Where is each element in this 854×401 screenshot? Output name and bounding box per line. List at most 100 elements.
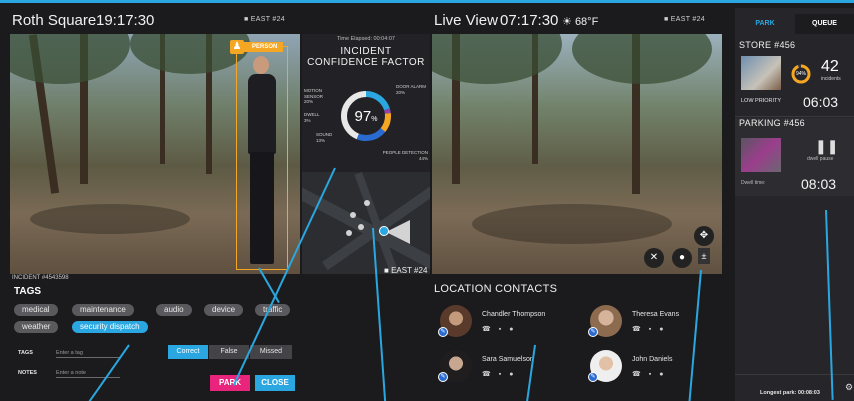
camera-view-cone	[386, 220, 410, 244]
live-video[interactable]: ✕ ● ✥ ±	[432, 34, 722, 274]
map-pin[interactable]	[364, 200, 370, 206]
verdict-missed-button[interactable]: Missed	[250, 345, 292, 359]
contact-name: Sara Samuelson	[482, 356, 534, 363]
zoom-control[interactable]: ±	[698, 248, 710, 264]
camera-icon: ■	[664, 16, 669, 23]
camera-name-left: EAST #24	[250, 16, 285, 23]
mute-icon[interactable]: ✕	[644, 248, 664, 268]
top-accent-bar	[0, 0, 854, 3]
park-button[interactable]: PARK	[210, 375, 250, 391]
tab-queue[interactable]: QUEUE	[795, 14, 854, 34]
store-percent: 94%	[795, 71, 806, 77]
microphone-icon[interactable]: ●	[672, 248, 692, 268]
store-incident-label: incidents	[821, 76, 841, 82]
time-elapsed: Time Elapsed: 00:04:07	[337, 36, 395, 42]
location-pin-icon[interactable]: ●	[659, 371, 663, 378]
confidence-unit: %	[371, 116, 378, 123]
factor-name: DWELL	[304, 112, 320, 117]
tag-chip-medical[interactable]: medical	[14, 304, 58, 316]
tags-title: TAGS	[14, 286, 42, 297]
tags-field-label: TAGS	[18, 350, 33, 356]
divider	[735, 374, 854, 375]
contact-actions: ☎ ▪ ●	[632, 370, 671, 378]
live-view-time: 07:17:30	[500, 12, 559, 29]
phone-icon[interactable]: ☎	[632, 371, 641, 378]
incident-map[interactable]	[302, 172, 430, 274]
tree-canopy	[572, 34, 712, 84]
factor-name: SOUND	[316, 132, 333, 137]
factor-motion: MOTION SENSOR 20%	[304, 88, 334, 105]
contact-card[interactable]: ✎ Theresa Evans ☎ ▪ ●	[588, 305, 740, 345]
phone-icon[interactable]: ☎	[632, 326, 641, 333]
store-timer: 06:03	[803, 94, 839, 110]
factor-value: 20%	[304, 99, 314, 104]
verdict-correct-button[interactable]: Correct	[168, 345, 208, 359]
tag-chip-weather[interactable]: weather	[14, 321, 59, 333]
map-pin[interactable]	[346, 230, 352, 236]
longest-park: Longest park: 00:08:03	[760, 390, 820, 396]
map-pin[interactable]	[358, 224, 364, 230]
tree-canopy	[432, 34, 562, 84]
phone-icon[interactable]: ☎	[482, 326, 491, 333]
ground-shadow	[30, 204, 190, 234]
sun-icon: ☀	[562, 16, 572, 28]
confidence-title-line1: INCIDENT	[340, 46, 392, 57]
incident-sidebar: PARK QUEUE STORE #456 94% 42 incidents L…	[735, 8, 854, 401]
contact-actions: ☎ ▪ ●	[482, 325, 521, 333]
factor-value: 3%	[304, 117, 311, 123]
confidence-title-line2: CONFIDENCE FACTOR	[307, 57, 425, 68]
tag-input[interactable]	[56, 348, 120, 358]
confidence-number: 97	[354, 108, 372, 125]
contact-card[interactable]: ✎ Sara Samuelson ☎ ▪ ●	[438, 350, 590, 390]
location-pin-icon[interactable]: ●	[509, 326, 513, 333]
store-thumbnail	[741, 56, 781, 90]
contact-badge-icon: ✎	[588, 372, 598, 382]
factor-value: 44%	[418, 155, 428, 161]
store-incident-card[interactable]: STORE #456 94% 42 incidents LOW PRIORITY…	[739, 40, 852, 114]
tag-chip-security-dispatch[interactable]: security dispatch	[72, 321, 148, 333]
tab-park[interactable]: PARK	[735, 14, 795, 34]
divider	[735, 116, 854, 117]
gear-icon[interactable]: ⚙	[845, 382, 853, 393]
parking-card-title: PARKING #456	[739, 118, 805, 128]
contact-name: Chandler Thompson	[482, 311, 546, 318]
map-pin[interactable]	[350, 212, 356, 218]
detection-box[interactable]	[236, 46, 288, 270]
factor-door-alarm: DOOR ALARM 20%	[396, 84, 426, 95]
tag-chip-audio[interactable]: audio	[156, 304, 192, 316]
contact-badge-icon: ✎	[438, 372, 448, 382]
close-button[interactable]: CLOSE	[255, 375, 295, 391]
contact-actions: ☎ ▪ ●	[632, 325, 671, 333]
incident-video[interactable]: PERSON ♟	[10, 34, 300, 274]
parking-timer: 08:03	[801, 176, 837, 192]
live-view-title: Live View	[434, 12, 498, 29]
message-icon[interactable]: ▪	[649, 371, 651, 378]
pan-control-icon[interactable]: ✥	[694, 226, 714, 246]
contact-card[interactable]: ✎ Chandler Thompson ☎ ▪ ●	[438, 305, 590, 345]
confidence-title: INCIDENT CONFIDENCE FACTOR	[302, 46, 430, 68]
tree-canopy	[10, 34, 130, 84]
parking-incident-card[interactable]: PARKING #456 ❚❚ dwell pause Dwell time: …	[735, 118, 854, 196]
camera-location-marker[interactable]	[379, 226, 389, 236]
tag-chip-device[interactable]: device	[204, 304, 244, 316]
message-icon[interactable]: ▪	[499, 326, 501, 333]
location-pin-icon[interactable]: ●	[659, 326, 663, 333]
message-icon[interactable]: ▪	[649, 326, 651, 333]
store-card-title: STORE #456	[739, 40, 796, 50]
verdict-false-button[interactable]: False	[209, 345, 249, 359]
pause-icon[interactable]: ❚❚	[815, 138, 838, 155]
map-camera-label: ■ EAST #24	[384, 266, 427, 275]
notes-field-label: NOTES	[18, 370, 37, 376]
factor-sound: SOUND 13%	[316, 132, 332, 143]
tag-chip-traffic[interactable]: traffic	[255, 304, 291, 316]
message-icon[interactable]: ▪	[499, 371, 501, 378]
tag-chip-maintenance[interactable]: maintenance	[72, 304, 134, 316]
factor-dwell: DWELL 3%	[304, 112, 320, 123]
location-pin-icon[interactable]: ●	[509, 371, 513, 378]
contact-badge-icon: ✎	[588, 327, 598, 337]
contact-name: John Daniels	[632, 356, 673, 363]
factor-people-detection: PEOPLE DETECTION 44%	[372, 150, 428, 161]
confidence-value: 97%	[338, 108, 394, 125]
phone-icon[interactable]: ☎	[482, 371, 491, 378]
contact-card[interactable]: ✎ John Daniels ☎ ▪ ●	[588, 350, 740, 390]
